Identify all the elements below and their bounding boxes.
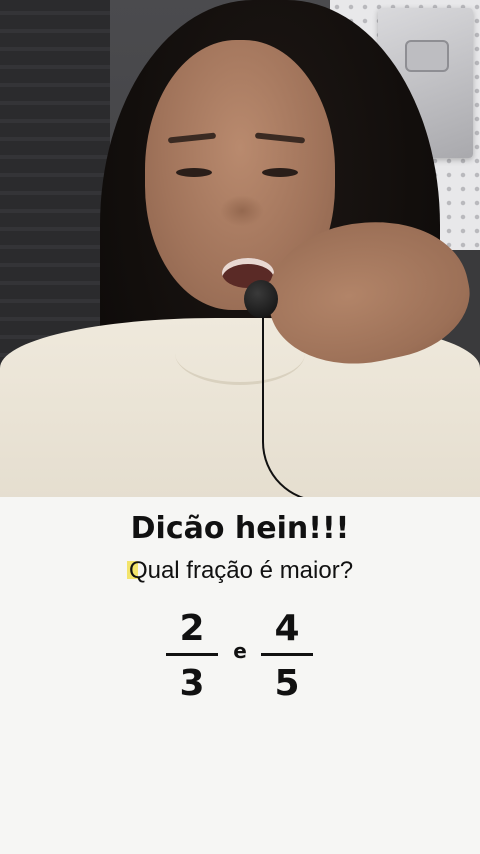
- right-eye: [262, 168, 298, 177]
- screen: Dicão hein!!! Qual fração é maior? 2 3 e…: [0, 0, 480, 854]
- play-button-icon: [405, 40, 449, 72]
- fraction-first: 2 3: [166, 607, 218, 706]
- fraction-second: 4 5: [261, 607, 313, 706]
- conjunction-label: e: [233, 639, 247, 663]
- fraction-first-denominator: 3: [179, 663, 205, 704]
- question-text: Qual fração é maior?: [128, 557, 354, 584]
- question-panel: Dicão hein!!! Qual fração é maior? 2 3 e…: [0, 497, 480, 854]
- fraction-second-bar: [261, 653, 313, 656]
- question-line: Qual fração é maior?: [0, 557, 480, 585]
- video-frame: [0, 0, 480, 497]
- fraction-comparison: 2 3 e 4 5: [0, 607, 480, 707]
- nose: [220, 195, 264, 227]
- fraction-second-numerator: 4: [274, 608, 300, 649]
- left-eye: [176, 168, 212, 177]
- fraction-first-numerator: 2: [179, 608, 205, 649]
- page-title: Dicão hein!!!: [130, 511, 350, 546]
- fraction-first-bar: [166, 653, 218, 656]
- lavalier-microphone-icon: [244, 280, 278, 318]
- fraction-second-denominator: 5: [274, 663, 300, 704]
